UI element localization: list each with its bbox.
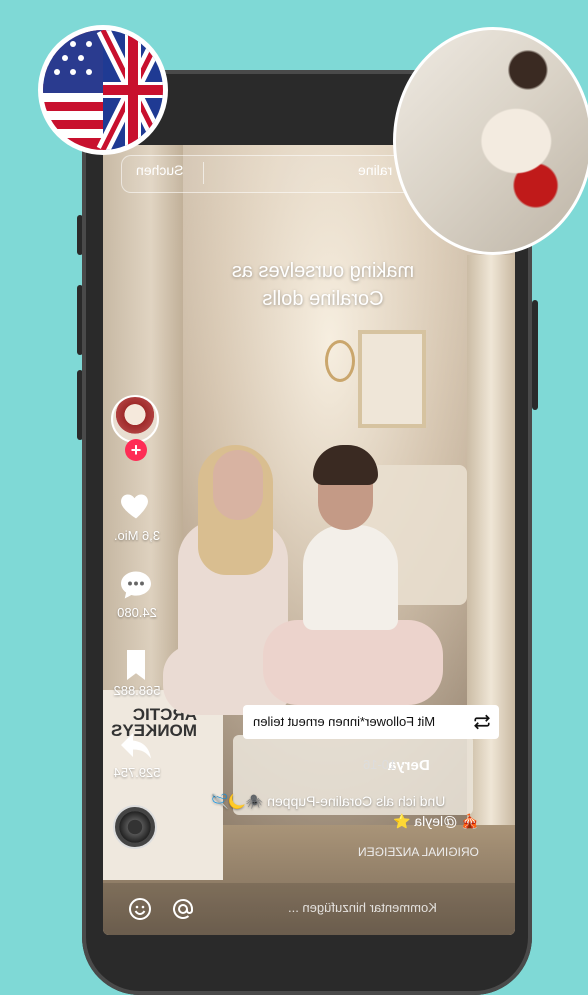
creator-avatar[interactable] <box>111 395 159 443</box>
save-count: 568.882 <box>113 683 161 698</box>
like-count: 3,6 Mio. <box>113 528 161 543</box>
caption-line-2: Coraline dolls <box>262 288 384 310</box>
post-mention[interactable]: 🎪 @leyla ⭐ <box>393 813 479 830</box>
bookmark-icon[interactable] <box>117 647 155 683</box>
person-right-hair <box>313 445 378 485</box>
person-left-head <box>213 450 263 520</box>
search-divider <box>203 162 204 184</box>
video-screen[interactable]: ARCTIC MONKEYS Suchen raline making ourse… <box>103 145 515 935</box>
post-date: · 10-16 <box>363 757 405 772</box>
at-icon[interactable] <box>171 897 195 921</box>
wall-mirror <box>325 340 355 382</box>
comment-input[interactable]: Kommentar hinzufügen ... <box>288 900 437 915</box>
repost-icon <box>474 714 490 730</box>
post-description: Und ich als Coraline-Puppen 🕷️🌙🪡 <box>211 793 446 809</box>
comment-icon[interactable] <box>117 567 155 603</box>
comment-count: 24.080 <box>117 605 157 620</box>
video-caption: making ourselves as Coraline dolls <box>213 257 433 313</box>
follow-button[interactable]: + <box>125 439 147 461</box>
search-input[interactable]: raline <box>358 162 392 178</box>
phone-power-button <box>532 300 538 410</box>
creator-photo-inset <box>393 27 588 255</box>
us-uk-flag-icon <box>38 25 168 155</box>
music-disc-icon[interactable] <box>113 805 157 849</box>
heart-icon[interactable] <box>117 487 155 523</box>
show-original-link[interactable]: ORIGINAL ANZEIGEN <box>358 845 479 859</box>
person-right-body <box>303 525 398 630</box>
search-button[interactable]: Suchen <box>136 162 183 178</box>
wall-frame <box>358 330 426 428</box>
person-right <box>263 620 443 705</box>
share-icon[interactable] <box>117 727 155 763</box>
share-count: 529.754 <box>113 765 161 780</box>
repost-prompt[interactable]: Mit Follower*innen erneut teilen <box>243 705 499 739</box>
caption-line-1: making ourselves as <box>231 260 415 282</box>
repost-prompt-label: Mit Follower*innen erneut teilen <box>253 714 436 729</box>
emoji-icon[interactable] <box>128 897 152 921</box>
